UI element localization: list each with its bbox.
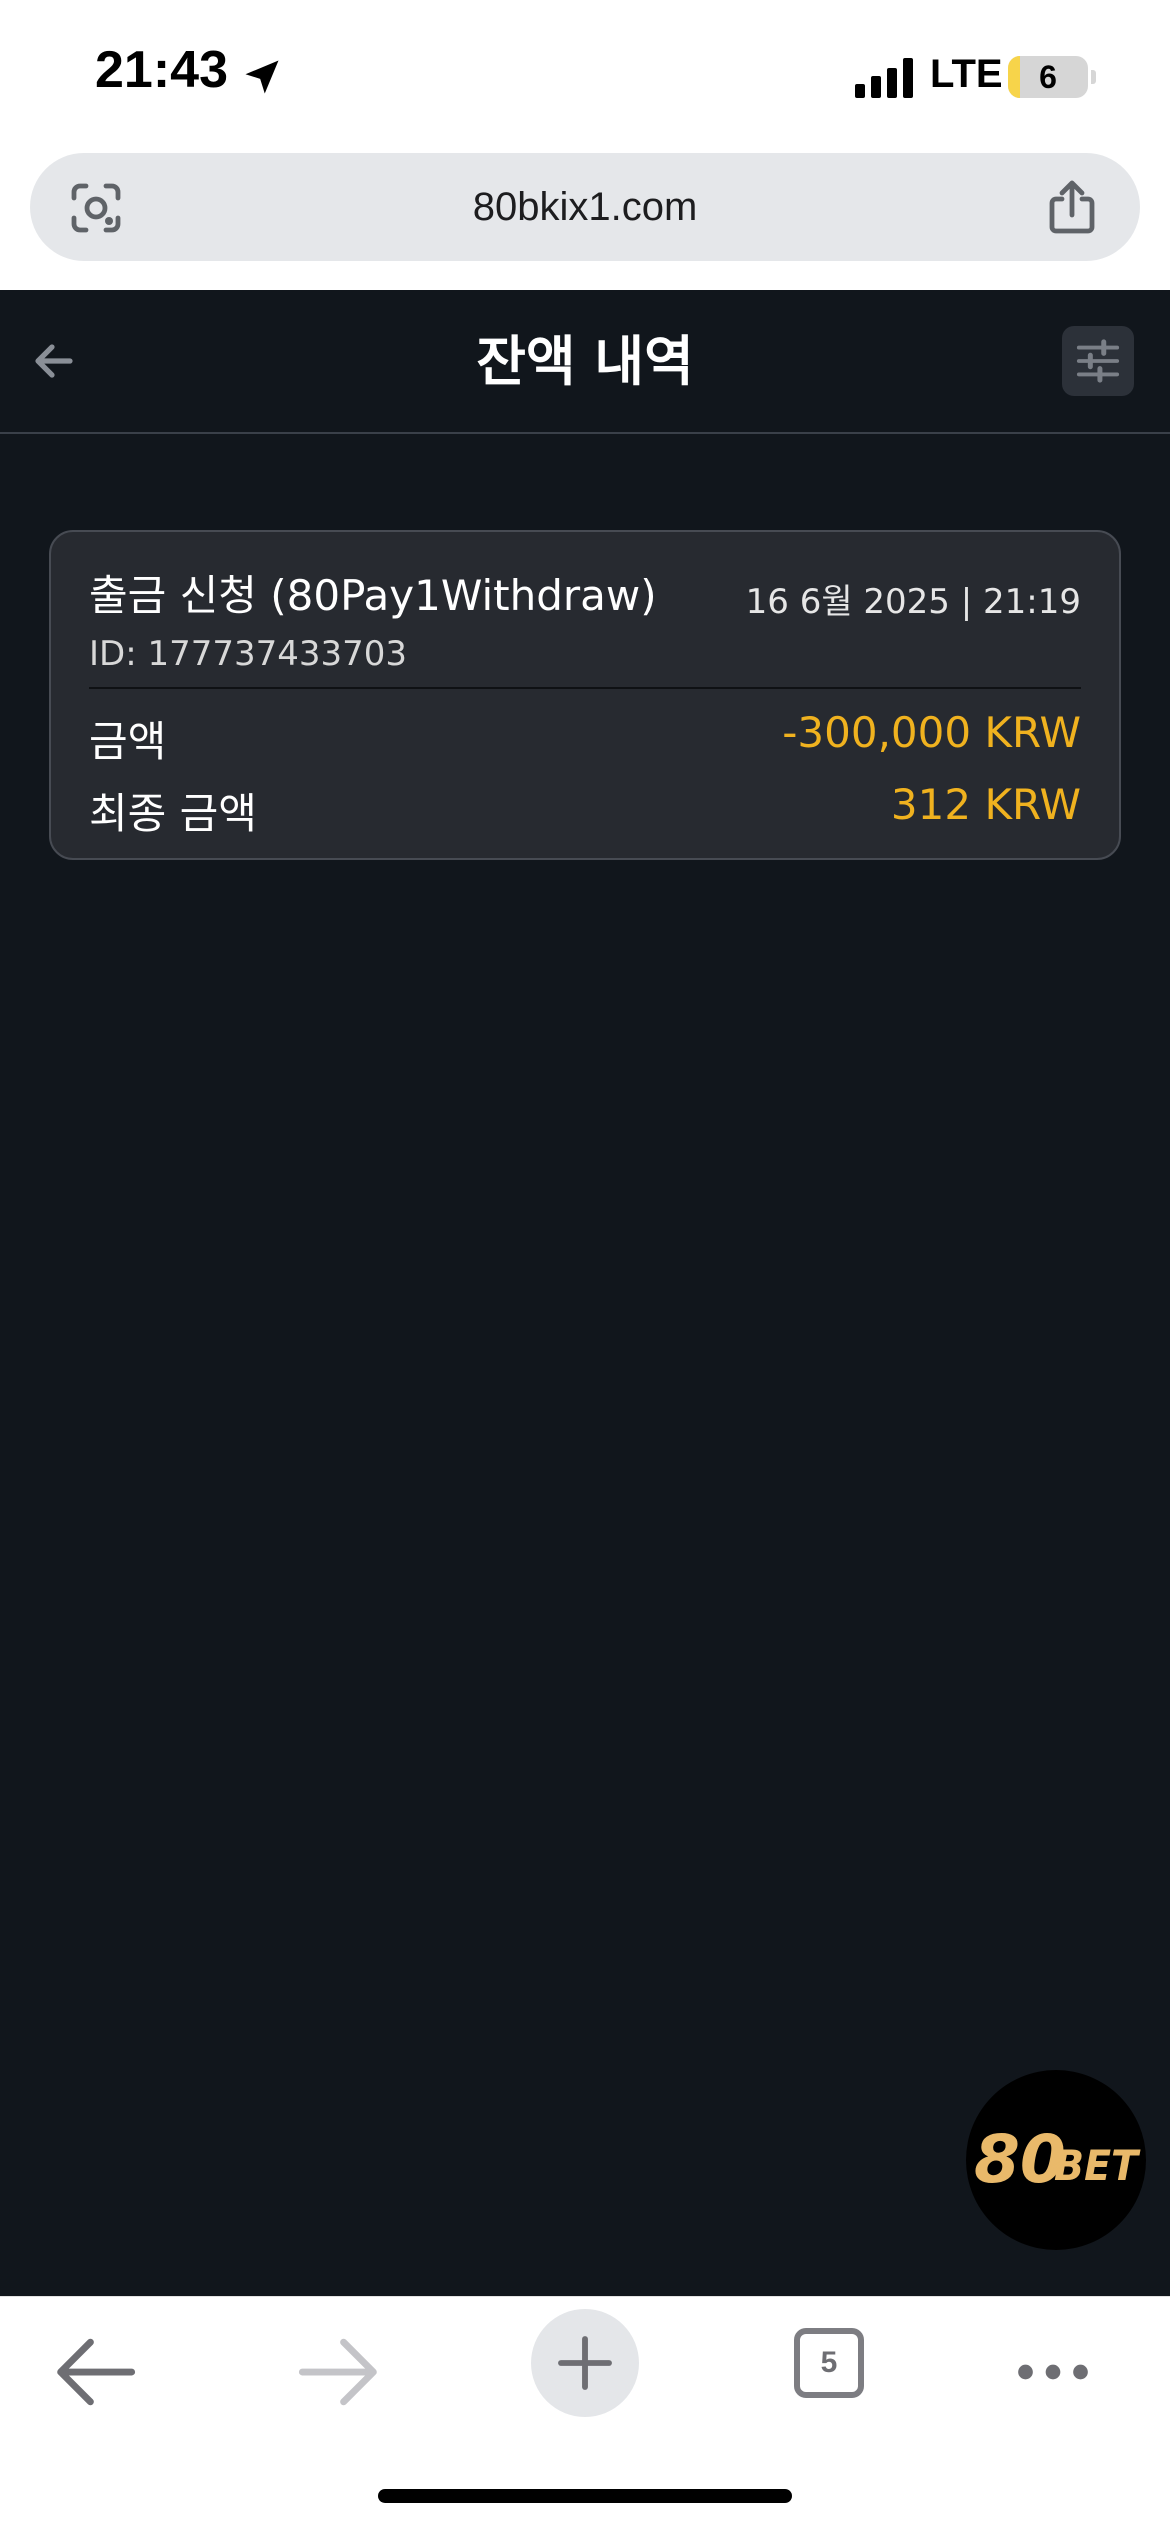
more-options-button[interactable] xyxy=(998,2317,1108,2427)
browser-forward-button[interactable] xyxy=(284,2317,394,2427)
location-arrow-icon xyxy=(245,60,279,94)
page-title: 잔액 내역 xyxy=(476,330,694,393)
battery-nub xyxy=(1091,70,1096,84)
battery-indicator: 6 xyxy=(1008,56,1088,98)
transaction-id: ID: 177737433703 xyxy=(89,634,408,674)
sliders-icon xyxy=(1076,339,1120,383)
status-time: 21:43 xyxy=(95,41,228,99)
home-indicator[interactable] xyxy=(378,2489,792,2503)
arrow-left-icon xyxy=(57,2338,136,2406)
divider xyxy=(89,687,1081,689)
plus-icon xyxy=(558,2336,612,2390)
brand-logo-button[interactable]: 80 BET xyxy=(966,2070,1146,2250)
transaction-card[interactable]: 출금 신청 (80Pay1Withdraw) 16 6월 2025 | 21:1… xyxy=(49,530,1121,860)
final-amount-value: 312 KRW xyxy=(890,780,1081,829)
browser-back-button[interactable] xyxy=(40,2317,150,2427)
arrow-right-icon xyxy=(298,2338,377,2406)
screen: 21:43 LTE 6 80bkix1.com 잔액 내역 출금 신청 (80P… xyxy=(0,0,1170,2532)
brand-logo: 80 BET xyxy=(974,2121,1141,2198)
balance-history-content: 출금 신청 (80Pay1Withdraw) 16 6월 2025 | 21:1… xyxy=(0,434,1170,2296)
final-amount-label: 최종 금액 xyxy=(89,789,257,838)
logo-word: BET xyxy=(1054,2141,1141,2190)
tab-switcher-button[interactable]: 5 xyxy=(794,2328,864,2398)
filter-button[interactable] xyxy=(1062,326,1134,396)
app-header: 잔액 내역 xyxy=(0,290,1170,434)
address-bar[interactable]: 80bkix1.com xyxy=(30,153,1140,261)
browser-address-area: 80bkix1.com xyxy=(0,150,1170,290)
status-bar: 21:43 LTE 6 xyxy=(0,0,1170,150)
url-text[interactable]: 80bkix1.com xyxy=(30,153,1140,261)
ellipsis-icon xyxy=(1018,2364,1088,2380)
transaction-date: 16 6월 2025 | 21:19 xyxy=(745,582,1081,622)
amount-label: 금액 xyxy=(89,717,167,766)
logo-number: 80 xyxy=(974,2121,1066,2198)
share-icon[interactable] xyxy=(1042,177,1102,237)
amount-value: -300,000 KRW xyxy=(782,708,1081,757)
transaction-title: 출금 신청 (80Pay1Withdraw) xyxy=(89,571,657,620)
battery-level: 6 xyxy=(1039,59,1057,95)
cellular-signal-icon xyxy=(855,58,913,98)
new-tab-button[interactable] xyxy=(531,2309,639,2417)
network-label: LTE xyxy=(930,52,1003,96)
